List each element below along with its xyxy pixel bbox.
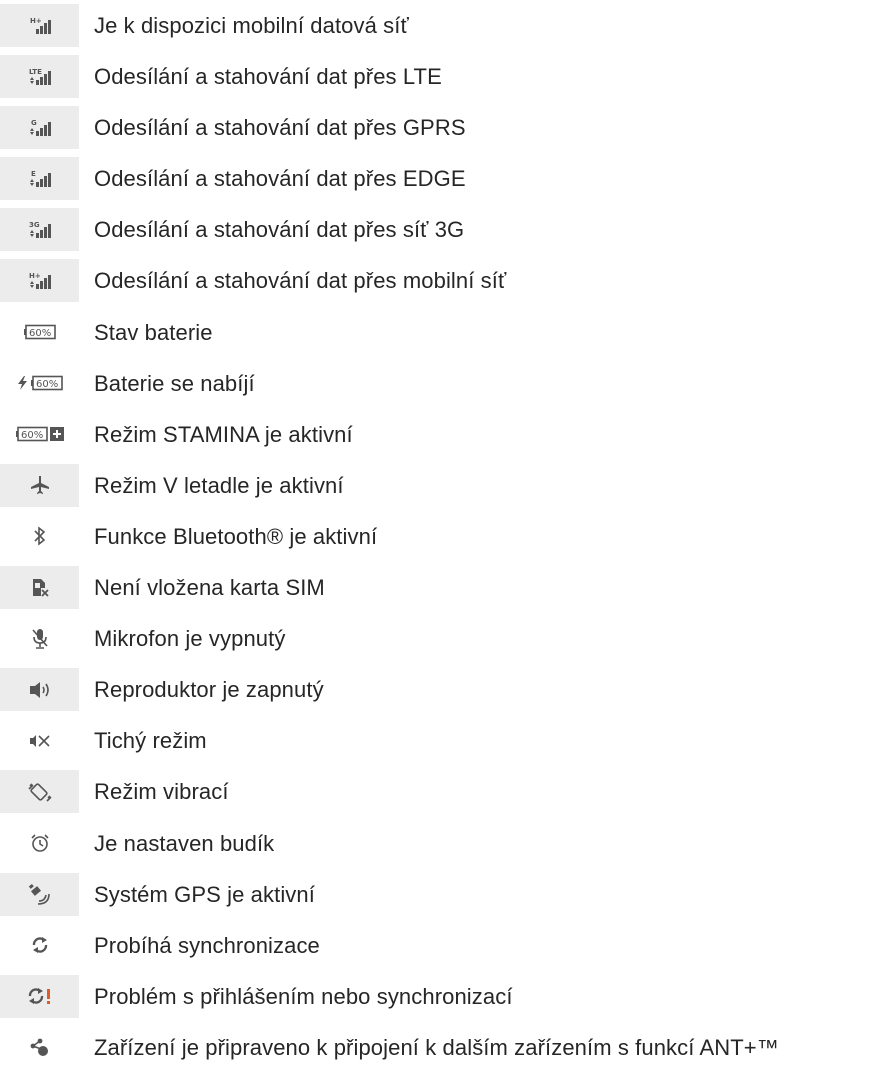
status-icon-list: H+ Je k dispozici mobilní datová síť LTE… (0, 0, 875, 1073)
list-item-text: Odesílání a stahování dat přes síť 3G (94, 217, 465, 243)
airplane-icon (0, 463, 79, 507)
battery-charging-icon: 60% (0, 362, 79, 405)
list-item: H+ Odesílání a stahování dat přes mobiln… (0, 255, 875, 306)
list-item: Režim V letadle je aktivní (0, 460, 875, 511)
sync-icon (0, 924, 79, 967)
list-item: Probíhá synchronizace (0, 920, 875, 971)
bluetooth-icon (0, 515, 79, 558)
list-item: Režim vibrací (0, 766, 875, 817)
list-item: Tichý režim (0, 715, 875, 766)
list-item: 3G Odesílání a stahování dat přes síť 3G (0, 204, 875, 255)
list-item: Zařízení je připraveno k připojení k dal… (0, 1022, 875, 1073)
list-item-text: Odesílání a stahování dat přes mobilní s… (94, 268, 507, 294)
list-item-text: Probíhá synchronizace (94, 932, 320, 958)
battery-stamina-icon: 60% (0, 413, 79, 456)
list-item: Systém GPS je aktivní (0, 869, 875, 920)
list-item: Není vložena karta SIM (0, 562, 875, 613)
svg-text:LTE: LTE (29, 68, 42, 76)
svg-text:3G: 3G (29, 221, 40, 229)
list-item: Mikrofon je vypnutý (0, 613, 875, 664)
list-item-text: Mikrofon je vypnutý (94, 626, 286, 652)
speaker-icon (0, 668, 79, 712)
svg-text:G: G (31, 119, 37, 127)
svg-text:H+: H+ (30, 17, 42, 25)
list-item-text: Je nastaven budík (94, 830, 275, 856)
no-sim-icon (0, 566, 79, 610)
list-item-text: Tichý režim (94, 728, 207, 754)
signal-hplus-data-icon: H+ (0, 259, 79, 303)
list-item-text: Zařízení je připraveno k připojení k dal… (94, 1034, 779, 1060)
list-item-text: Baterie se nabíjí (94, 370, 255, 396)
list-item-text: Systém GPS je aktivní (94, 881, 315, 907)
silent-icon (0, 719, 79, 762)
list-item: Je nastaven budík (0, 818, 875, 869)
ant-plus-icon (0, 1026, 79, 1069)
list-item: H+ Je k dispozici mobilní datová síť (0, 0, 875, 51)
list-item-text: Odesílání a stahování dat přes GPRS (94, 115, 466, 141)
list-item-text: Funkce Bluetooth® je aktivní (94, 523, 378, 549)
signal-gprs-icon: G (0, 106, 79, 150)
list-item-text: Reproduktor je zapnutý (94, 677, 324, 703)
list-item: E Odesílání a stahování dat přes EDGE (0, 153, 875, 204)
signal-hplus-icon: H+ (0, 4, 79, 47)
list-item-text: Problém s přihlášením nebo synchronizací (94, 983, 513, 1009)
list-item-text: Režim vibrací (94, 779, 229, 805)
sync-error-icon (0, 974, 79, 1018)
vibrate-icon (0, 770, 79, 814)
list-item-text: Režim STAMINA je aktivní (94, 421, 353, 447)
svg-text:E: E (31, 170, 36, 178)
list-item: Problém s přihlášením nebo synchronizací (0, 971, 875, 1022)
list-item: 60% Režim STAMINA je aktivní (0, 409, 875, 460)
signal-edge-icon: E (0, 157, 79, 201)
signal-3g-icon: 3G (0, 208, 79, 252)
list-item: Funkce Bluetooth® je aktivní (0, 511, 875, 562)
mic-muted-icon (0, 617, 79, 660)
list-item: G Odesílání a stahování dat přes GPRS (0, 102, 875, 153)
list-item: Reproduktor je zapnutý (0, 664, 875, 715)
svg-text:60%: 60% (21, 430, 43, 441)
svg-text:60%: 60% (36, 379, 58, 390)
list-item-text: Odesílání a stahování dat přes LTE (94, 64, 442, 90)
list-item-text: Režim V letadle je aktivní (94, 472, 344, 498)
list-item-text: Odesílání a stahování dat přes EDGE (94, 166, 466, 192)
list-item-text: Je k dispozici mobilní datová síť (94, 13, 409, 38)
list-item: 60% Baterie se nabíjí (0, 358, 875, 409)
list-item: LTE Odesílání a stahování dat přes LTE (0, 51, 875, 102)
signal-lte-icon: LTE (0, 55, 79, 99)
svg-text:H+: H+ (29, 272, 41, 280)
list-item-text: Stav baterie (94, 319, 213, 345)
list-item-text: Není vložena karta SIM (94, 575, 325, 601)
battery-icon: 60% (0, 311, 79, 354)
svg-text:60%: 60% (29, 328, 51, 339)
alarm-icon (0, 822, 79, 865)
list-item: 60% Stav baterie (0, 307, 875, 358)
gps-icon (0, 872, 79, 916)
